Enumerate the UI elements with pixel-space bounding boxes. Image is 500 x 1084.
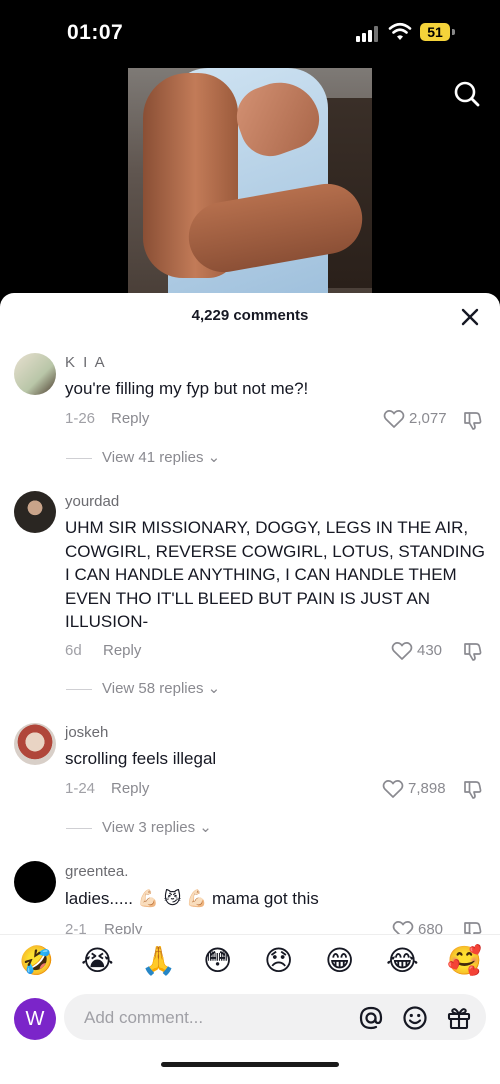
dislike-icon[interactable] (462, 778, 484, 800)
comment-text: UHM SIR MISSIONARY, DOGGY, LEGS IN THE A… (65, 518, 486, 631)
view-replies-label: View 41 replies (102, 449, 204, 466)
emoji-smiling-hearts[interactable]: 🥰 (447, 945, 482, 977)
search-icon[interactable] (453, 80, 481, 108)
chevron-down-icon: ⌄ (199, 819, 212, 836)
emoji-icon[interactable] (402, 1005, 428, 1031)
comments-sheet: 4,229 comments K I A you're filling my f… (0, 293, 500, 1084)
dislike-icon[interactable] (462, 409, 484, 431)
emoji-flushed[interactable]: 😳 (203, 945, 232, 977)
emoji-rofl[interactable]: 🤣 (19, 945, 54, 977)
battery-tip (452, 29, 455, 35)
comment-username[interactable]: K I A (65, 354, 107, 371)
comments-count-title: 4,229 comments (191, 307, 309, 324)
close-icon[interactable] (459, 306, 481, 328)
emoji-quick-bar: 🤣 😭 🙏 😳 😞 😁 😂 🥰 (0, 934, 500, 991)
battery-icon: 51 (420, 23, 450, 41)
avatar[interactable] (14, 353, 56, 395)
gift-icon[interactable] (446, 1005, 472, 1031)
comment-text: ladies..... 💪🏻 😼 💪🏻 mama got this (65, 889, 319, 908)
home-indicator (161, 1062, 339, 1067)
comment-date: 1-24 (65, 780, 96, 797)
avatar[interactable] (14, 491, 56, 533)
emoji-pray[interactable]: 🙏 (141, 945, 176, 977)
avatar[interactable] (14, 861, 56, 903)
signal-icon (356, 26, 380, 42)
comment-username[interactable]: yourdad (65, 493, 119, 510)
user-avatar[interactable]: W (14, 998, 56, 1040)
wifi-icon (388, 22, 412, 40)
view-replies-label: View 58 replies (102, 680, 204, 697)
comment-input[interactable] (82, 994, 346, 1042)
mention-icon[interactable] (358, 1005, 384, 1031)
emoji-disappointed[interactable]: 😞 (264, 945, 293, 977)
comment-text: you're filling my fyp but not me?! (65, 379, 309, 398)
heart-icon (391, 641, 413, 660)
heart-icon (382, 779, 404, 798)
dislike-icon[interactable] (462, 640, 484, 662)
comment-username[interactable]: greentea. (65, 863, 128, 880)
comment-composer: W (0, 990, 500, 1084)
comment-username[interactable]: joskeh (65, 724, 108, 741)
status-bar: 01:07 51 (0, 0, 500, 68)
like-count: 2,077 (409, 410, 447, 427)
comment-date: 6d (65, 642, 82, 659)
status-time: 01:07 (67, 21, 124, 44)
comment-date: 1-26 (65, 410, 96, 427)
chevron-down-icon: ⌄ (207, 449, 221, 466)
video-preview[interactable] (128, 68, 372, 294)
comment-input-wrapper (64, 994, 486, 1042)
chevron-down-icon: ⌄ (207, 680, 221, 697)
like-count: 430 (417, 642, 443, 659)
emoji-crying[interactable]: 😭 (81, 945, 114, 977)
reply-button[interactable]: Reply (111, 780, 149, 797)
avatar[interactable] (14, 723, 56, 765)
like-count: 7,898 (408, 780, 446, 797)
heart-icon (383, 409, 405, 428)
emoji-grin[interactable]: 😁 (325, 945, 354, 977)
view-replies-label: View 3 replies (102, 819, 196, 836)
emoji-joy[interactable]: 😂 (386, 945, 419, 977)
reply-button[interactable]: Reply (103, 642, 141, 659)
comment-text: scrolling feels illegal (65, 749, 217, 768)
reply-button[interactable]: Reply (111, 410, 149, 427)
